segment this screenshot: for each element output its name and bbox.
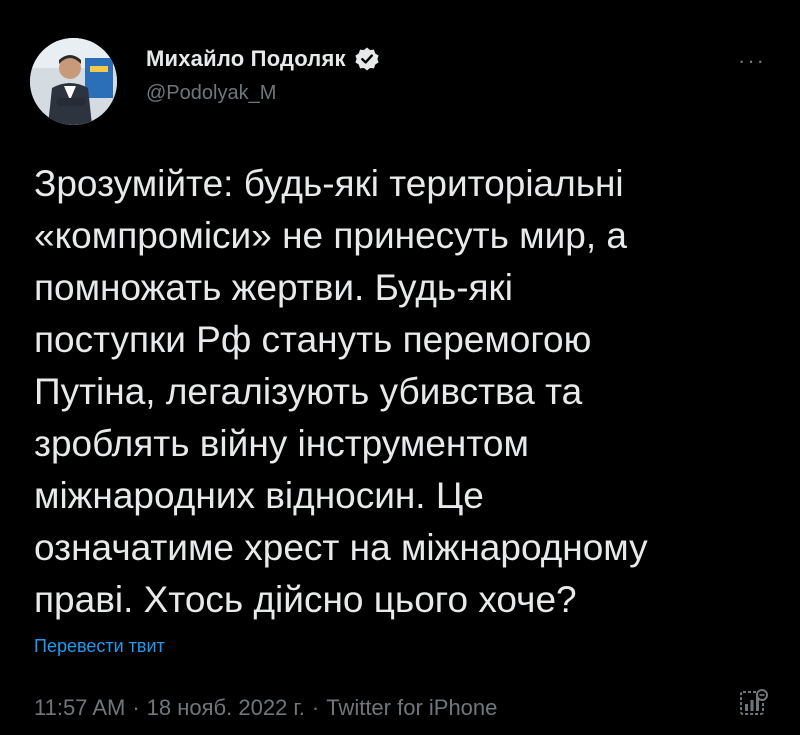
avatar-image [30,38,117,125]
translate-link[interactable]: Перевести твит [34,636,165,657]
tweet-text: Зрозумійте: будь-які територіальні «комп… [34,163,648,620]
tweet-meta: 11:57 AM · 18 нояб. 2022 г. · Twitter fo… [34,695,497,721]
verified-badge-icon [354,46,380,72]
avatar[interactable] [30,38,117,125]
meta-separator: · [132,695,140,720]
tweet-card: Михайло Подоляк @Podolyak_M ··· Зрозумій… [0,0,800,735]
handle[interactable]: @Podolyak_M [146,82,380,105]
name-row: Михайло Подоляк [146,46,380,72]
tweet-source[interactable]: Twitter for iPhone [326,695,497,721]
tweet-date[interactable]: 18 нояб. 2022 г. [147,695,305,721]
analytics-icon[interactable] [736,686,770,720]
display-name[interactable]: Михайло Подоляк [146,46,346,72]
more-icon[interactable]: ··· [738,48,766,74]
author-block: Михайло Подоляк @Podolyak_M [146,46,380,105]
meta-separator: · [311,695,320,720]
tweet-time[interactable]: 11:57 AM [34,695,125,721]
